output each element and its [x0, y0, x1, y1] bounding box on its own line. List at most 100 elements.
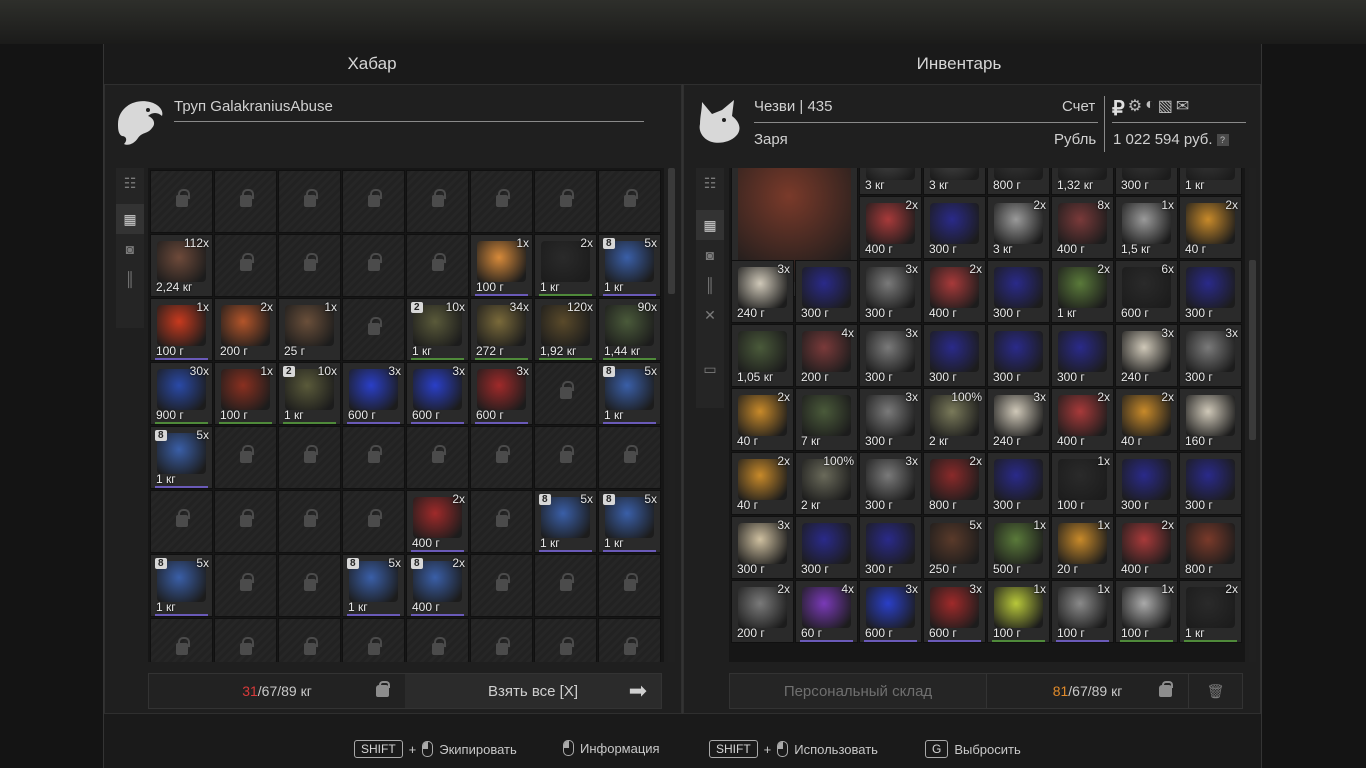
locked-slot[interactable]	[598, 618, 661, 662]
item-slot[interactable]: 300 г	[1051, 324, 1114, 387]
item-slot[interactable]: 8 5x 1 кг	[598, 234, 661, 297]
item-slot[interactable]: 3x 600 г	[470, 362, 533, 425]
item-slot[interactable]: 8 5x 1 кг	[150, 554, 213, 617]
inventory-scrollbar[interactable]	[1249, 168, 1256, 662]
item-slot[interactable]: 1x 500 г	[987, 516, 1050, 579]
inventory-scroll-thumb[interactable]	[1249, 260, 1256, 440]
item-slot[interactable]: 1,05 кг	[731, 324, 794, 387]
item-slot[interactable]: 30x 900 г	[150, 362, 213, 425]
item-slot[interactable]: 1x 100 г	[470, 234, 533, 297]
locked-slot[interactable]	[150, 490, 213, 553]
item-slot[interactable]: 1x 100 г	[1051, 452, 1114, 515]
item-slot[interactable]: 3x 240 г	[987, 388, 1050, 451]
item-slot[interactable]: 3x 300 г	[859, 452, 922, 515]
locked-slot[interactable]	[534, 554, 597, 617]
item-slot[interactable]: 300 г	[987, 452, 1050, 515]
ammo-filter-icon[interactable]: ║	[696, 270, 724, 300]
item-slot[interactable]: 2x 40 г	[1179, 196, 1242, 259]
item-slot[interactable]: 112x 2,24 кг	[150, 234, 213, 297]
ammo-filter-icon[interactable]: ║	[116, 264, 144, 294]
item-slot[interactable]: 300 г	[987, 260, 1050, 323]
locked-slot[interactable]	[214, 618, 277, 662]
loot-scroll-thumb[interactable]	[668, 168, 675, 294]
item-slot[interactable]: 2 10x 1 кг	[406, 298, 469, 361]
locked-slot[interactable]	[278, 490, 341, 553]
item-slot[interactable]: 2x 1 кг	[534, 234, 597, 297]
locked-slot[interactable]	[214, 490, 277, 553]
item-slot[interactable]: 3x 300 г	[1179, 324, 1242, 387]
locked-slot[interactable]	[342, 618, 405, 662]
take-all-button[interactable]: Взять все [X] ➡	[405, 674, 661, 708]
ruble-icon[interactable]: ₽	[1112, 96, 1125, 121]
item-slot[interactable]: 800 г	[1179, 516, 1242, 579]
item-slot[interactable]: 3x 240 г	[1115, 324, 1178, 387]
item-slot[interactable]: 1x 100 г	[150, 298, 213, 361]
item-slot[interactable]: 3x 300 г	[859, 260, 922, 323]
item-slot[interactable]: 3x 600 г	[923, 580, 986, 643]
item-slot[interactable]: 300 г	[1115, 452, 1178, 515]
item-slot[interactable]: 90x 1,44 кг	[598, 298, 661, 361]
item-slot[interactable]: 800 г	[987, 168, 1050, 195]
item-slot[interactable]: 8 5x 1 кг	[150, 426, 213, 489]
camera-icon[interactable]: ◙	[116, 234, 144, 264]
locked-slot[interactable]	[470, 426, 533, 489]
item-slot[interactable]: 2x 1 кг	[1051, 260, 1114, 323]
personal-stash-button[interactable]: Персональный склад	[730, 674, 986, 708]
camera-icon[interactable]: ◙	[696, 240, 724, 270]
locked-slot[interactable]	[534, 618, 597, 662]
item-slot[interactable]: 100% 2 кг	[923, 388, 986, 451]
item-slot[interactable]: 3 кг	[923, 168, 986, 195]
item-slot[interactable]: 8x 400 г	[1051, 196, 1114, 259]
locked-slot[interactable]	[534, 362, 597, 425]
item-slot[interactable]: 7 кг	[795, 388, 858, 451]
map-icon[interactable]: ▧	[1158, 96, 1173, 121]
locked-slot[interactable]	[214, 426, 277, 489]
item-slot[interactable]: 2x 800 г	[923, 452, 986, 515]
item-slot[interactable]: 3x 300 г	[859, 324, 922, 387]
item-slot[interactable]: 1x 100 г	[987, 580, 1050, 643]
item-slot[interactable]: 300 г	[1179, 260, 1242, 323]
tools-icon[interactable]: ✕	[696, 300, 724, 330]
locked-slot[interactable]	[150, 170, 213, 233]
locked-slot[interactable]	[342, 298, 405, 361]
list-view-icon[interactable]: ☷	[696, 168, 724, 198]
item-slot[interactable]: 2x 400 г	[1115, 516, 1178, 579]
item-slot[interactable]: 8 5x 1 кг	[598, 490, 661, 553]
item-slot[interactable]: 3x 600 г	[342, 362, 405, 425]
item-slot[interactable]: 3x 240 г	[731, 260, 794, 323]
item-slot[interactable]: 300 г	[1179, 452, 1242, 515]
item-slot[interactable]: 2x 400 г	[923, 260, 986, 323]
item-slot[interactable]: 2x 1 кг	[1179, 580, 1242, 643]
locked-slot[interactable]	[342, 234, 405, 297]
locked-slot[interactable]	[278, 618, 341, 662]
item-slot[interactable]: 3x 300 г	[859, 388, 922, 451]
item-slot[interactable]: 4x 200 г	[795, 324, 858, 387]
item-slot[interactable]: 2x 400 г	[1051, 388, 1114, 451]
item-slot[interactable]: 300 г	[859, 516, 922, 579]
item-slot[interactable]: 2x 3 кг	[987, 196, 1050, 259]
item-slot[interactable]: 2x 40 г	[731, 452, 794, 515]
locked-slot[interactable]	[534, 426, 597, 489]
item-slot[interactable]: 300 г	[923, 196, 986, 259]
item-slot[interactable]: 34x 272 г	[470, 298, 533, 361]
compass-icon[interactable]: ◐	[1145, 96, 1155, 121]
locked-slot[interactable]	[470, 618, 533, 662]
locked-slot[interactable]	[342, 170, 405, 233]
locked-slot[interactable]	[278, 554, 341, 617]
locked-slot[interactable]	[342, 426, 405, 489]
loot-scrollbar[interactable]	[668, 168, 675, 662]
locked-slot[interactable]	[278, 170, 341, 233]
item-slot[interactable]: 2x 40 г	[1115, 388, 1178, 451]
item-slot[interactable]: 1x 25 г	[278, 298, 341, 361]
locked-slot[interactable]	[598, 170, 661, 233]
item-slot[interactable]: 1,32 кг	[1051, 168, 1114, 195]
list-view-icon[interactable]: ☷	[116, 168, 144, 198]
ticket-icon[interactable]: ✉	[1176, 96, 1189, 121]
item-slot[interactable]: 2x 400 г	[859, 196, 922, 259]
item-slot[interactable]: 3x 600 г	[859, 580, 922, 643]
item-slot[interactable]: 300 г	[795, 260, 858, 323]
item-slot[interactable]: 120x 1,92 кг	[534, 298, 597, 361]
item-slot[interactable]: 1x 20 г	[1051, 516, 1114, 579]
item-slot[interactable]: 2 10x 1 кг	[278, 362, 341, 425]
locked-slot[interactable]	[406, 170, 469, 233]
